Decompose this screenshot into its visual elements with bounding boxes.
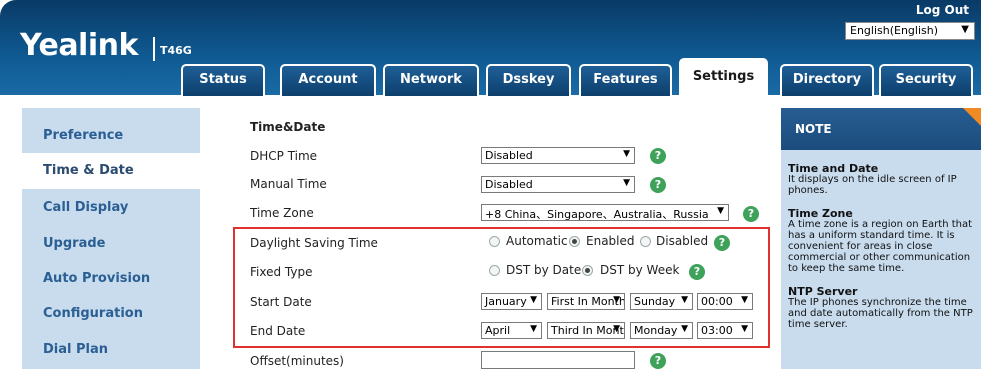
sidebar-item-time-date[interactable]: Time & Date [22, 153, 200, 189]
note-text: The IP phones synchronize the time and d… [788, 297, 973, 330]
tab-dsskey[interactable]: Dsskey [486, 64, 571, 96]
end-time-select[interactable]: 03:00 ▼ [697, 322, 753, 339]
sidebar-item-configuration[interactable]: Configuration [22, 296, 200, 332]
note-text: A time zone is a region on Earth that ha… [788, 219, 973, 274]
start-month-select[interactable]: January ▼ [481, 293, 542, 310]
time-zone-value: +8 China、Singapore、Australia、Russia [485, 208, 709, 221]
end-time-value: 03:00 [701, 324, 733, 337]
help-icon[interactable]: ? [650, 177, 666, 193]
time-zone-select[interactable]: +8 China、Singapore、Australia、Russia ▼ [481, 204, 729, 221]
note-body: Time and Date It displays on the idle sc… [788, 163, 978, 330]
dhcp-time-label: DHCP Time [250, 149, 318, 163]
note-heading: NTP Server [788, 285, 858, 298]
tab-directory[interactable]: Directory [780, 64, 874, 96]
language-value: English(English) [850, 24, 939, 37]
help-icon[interactable]: ? [714, 235, 730, 251]
chevron-down-icon: ▼ [613, 295, 620, 305]
radio-enabled[interactable] [569, 236, 580, 247]
chevron-down-icon: ▼ [961, 24, 969, 35]
note-panel: NOTE Time and Date It displays on the id… [781, 108, 981, 369]
chevron-down-icon: ▼ [623, 178, 630, 188]
offset-input[interactable] [481, 351, 635, 369]
sidebar-item-auto-provision[interactable]: Auto Provision [22, 261, 200, 297]
end-week-select[interactable]: Third In Month ▼ [547, 322, 625, 339]
note-corner-marker [963, 108, 981, 126]
tab-security[interactable]: Security [879, 64, 973, 96]
chevron-down-icon: ▼ [681, 324, 688, 334]
model-label: T46G [160, 44, 192, 57]
tab-settings[interactable]: Settings [679, 58, 768, 96]
dhcp-time-select[interactable]: Disabled ▼ [481, 147, 635, 164]
tab-network[interactable]: Network [383, 64, 479, 96]
chevron-down-icon: ▼ [613, 324, 620, 334]
manual-time-select[interactable]: Disabled ▼ [481, 176, 635, 193]
end-day-value: Monday [634, 324, 678, 337]
sidebar-item-preference[interactable]: Preference [22, 118, 200, 154]
note-heading: Time Zone [788, 207, 853, 220]
radio-automatic-label: Automatic [506, 234, 568, 248]
radio-automatic[interactable] [489, 236, 500, 247]
section-title: Time&Date [250, 120, 326, 134]
chevron-down-icon: ▼ [681, 295, 688, 305]
offset-label: Offset(minutes) [250, 354, 344, 368]
end-day-select[interactable]: Monday ▼ [630, 322, 693, 339]
daylight-saving-label: Daylight Saving Time [250, 236, 378, 250]
tab-account[interactable]: Account [280, 64, 376, 96]
sidebar-item-dial-plan[interactable]: Dial Plan [22, 332, 200, 368]
sidebar-item-upgrade[interactable]: Upgrade [22, 226, 200, 262]
chevron-down-icon: ▼ [530, 295, 537, 305]
end-month-select[interactable]: April ▼ [481, 322, 542, 339]
chevron-down-icon: ▼ [530, 324, 537, 334]
radio-dst-by-week[interactable] [582, 265, 593, 276]
start-time-value: 00:00 [701, 295, 733, 308]
manual-time-label: Manual Time [250, 177, 327, 191]
sidebar: Preference Time & Date Call Display Upgr… [22, 108, 200, 369]
chevron-down-icon: ▼ [741, 295, 748, 305]
end-date-label: End Date [250, 324, 306, 338]
radio-disabled[interactable] [640, 236, 651, 247]
start-time-select[interactable]: 00:00 ▼ [697, 293, 753, 310]
logout-link[interactable]: Log Out [916, 3, 969, 17]
note-header: NOTE [781, 108, 981, 150]
help-icon[interactable]: ? [689, 264, 705, 280]
header-bar: Yealink T46G Log Out English(English) ▼ … [0, 0, 981, 96]
start-day-select[interactable]: Sunday ▼ [630, 293, 693, 310]
radio-dst-by-date[interactable] [489, 265, 500, 276]
tab-features[interactable]: Features [579, 64, 672, 96]
yealink-logo: Yealink [20, 28, 138, 63]
logo-separator [153, 37, 155, 61]
radio-dst-by-date-label: DST by Date [506, 263, 582, 277]
start-month-value: January [485, 295, 527, 308]
sidebar-item-call-display[interactable]: Call Display [22, 190, 200, 226]
tab-status[interactable]: Status [181, 64, 265, 96]
dhcp-time-value: Disabled [485, 149, 533, 162]
end-month-value: April [485, 324, 511, 337]
time-zone-label: Time Zone [250, 206, 314, 220]
manual-time-value: Disabled [485, 178, 533, 191]
start-date-label: Start Date [250, 295, 312, 309]
note-text: It displays on the idle screen of IP pho… [788, 174, 957, 196]
start-day-value: Sunday [634, 295, 676, 308]
radio-disabled-label: Disabled [656, 234, 709, 248]
language-select[interactable]: English(English) ▼ [845, 22, 975, 40]
help-icon[interactable]: ? [650, 353, 666, 369]
radio-dst-by-week-label: DST by Week [600, 263, 680, 277]
chevron-down-icon: ▼ [741, 324, 748, 334]
help-icon[interactable]: ? [650, 148, 666, 164]
note-heading: Time and Date [788, 162, 879, 175]
chevron-down-icon: ▼ [717, 206, 724, 216]
note-title: NOTE [795, 122, 832, 136]
radio-enabled-label: Enabled [586, 234, 635, 248]
help-icon[interactable]: ? [743, 206, 759, 222]
chevron-down-icon: ▼ [623, 149, 630, 159]
start-week-select[interactable]: First In Month ▼ [547, 293, 625, 310]
fixed-type-label: Fixed Type [250, 265, 313, 279]
